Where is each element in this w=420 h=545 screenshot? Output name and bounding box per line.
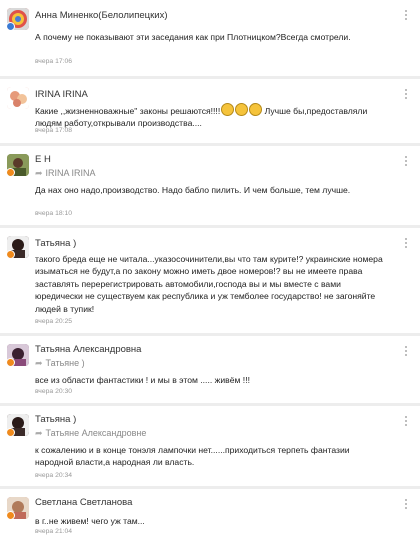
avatar[interactable] [7, 344, 29, 366]
comment-item: Татьяна ) ➦ Татьяне Александровне к сожал… [0, 406, 420, 486]
more-options-icon[interactable] [405, 499, 408, 511]
avatar[interactable] [7, 87, 29, 109]
avatar-image [7, 87, 29, 109]
comment-item: Татьяна Александровна ➦ Татьяне ) все из … [0, 336, 420, 403]
online-status-icon [7, 168, 15, 176]
comment-item: IRINA IRINA Какие ,,жизненноважные" зако… [0, 79, 420, 143]
comment-author[interactable]: IRINA IRINA [35, 89, 88, 100]
comment-time: вчера 21:04 [35, 528, 73, 535]
reply-to-name[interactable]: IRINA IRINA [46, 168, 96, 178]
avatar[interactable] [7, 154, 29, 176]
comment-text: Да нах оно надо,производство. Надо бабло… [35, 185, 351, 195]
reply-to[interactable]: ➦ Татьяне Александровне [35, 428, 146, 439]
comment-author[interactable]: Анна Миненко(Белолипецких) [35, 10, 167, 21]
more-options-icon[interactable] [405, 238, 408, 250]
comment-item: Анна Миненко(Белолипецких) А почему не п… [0, 0, 420, 76]
more-options-icon[interactable] [405, 346, 408, 358]
comment-time: вчера 18:10 [35, 210, 73, 217]
more-options-icon[interactable] [405, 416, 408, 428]
comment-text-part: Какие ,,жизненноважные" законы решаются!… [35, 106, 221, 116]
reply-to[interactable]: ➦ Татьяне ) [35, 358, 85, 369]
comment-text: А почему не показывают эти заседания как… [35, 32, 351, 42]
emoji-icon [249, 103, 263, 116]
avatar[interactable] [7, 497, 29, 519]
comment-time: вчера 17:08 [35, 127, 73, 134]
comment-time: вчера 20:34 [35, 472, 73, 479]
more-options-icon[interactable] [405, 89, 408, 101]
emoji-icon [235, 103, 249, 116]
reply-to-name[interactable]: Татьяне ) [46, 358, 85, 368]
comment-author[interactable]: Татьяна ) [35, 238, 76, 249]
comment-text: к сожалению и в конце тонэля лампочки не… [35, 445, 350, 468]
online-status-icon [7, 511, 15, 519]
online-status-icon [7, 22, 15, 30]
comment-item: Светлана Светланова в г..не живем! чего … [0, 489, 420, 545]
more-options-icon[interactable] [405, 156, 408, 168]
comment-time: вчера 20:30 [35, 388, 73, 395]
reply-to[interactable]: ➦ IRINA IRINA [35, 168, 96, 179]
online-status-icon [7, 250, 15, 258]
comment-author[interactable]: Е Н [35, 154, 51, 165]
online-status-icon [7, 358, 15, 366]
comment-author[interactable]: Татьяна Александровна [35, 344, 141, 355]
reply-arrow-icon: ➦ [35, 168, 43, 178]
avatar[interactable] [7, 236, 29, 258]
emoji-icon [221, 103, 235, 116]
online-status-icon [7, 428, 15, 436]
avatar[interactable] [7, 414, 29, 436]
reply-arrow-icon: ➦ [35, 358, 43, 368]
comment-time: вчера 17:06 [35, 58, 73, 65]
comment-author[interactable]: Светлана Светланова [35, 497, 132, 508]
reply-arrow-icon: ➦ [35, 428, 43, 438]
comment-text: такого бреда еще не читала...указосочини… [35, 254, 383, 314]
comment-item: Татьяна ) такого бреда еще не читала...у… [0, 228, 420, 333]
avatar[interactable] [7, 8, 29, 30]
comment-text: все из области фантастики ! и мы в этом … [35, 375, 250, 385]
reply-to-name[interactable]: Татьяне Александровне [46, 428, 147, 438]
comment-author[interactable]: Татьяна ) [35, 414, 76, 425]
comment-time: вчера 20:25 [35, 318, 73, 325]
comment-text: в г..не живем! чего уж там... [35, 516, 145, 526]
comment-text: Какие ,,жизненноважные" законы решаются!… [35, 103, 380, 130]
comment-item: Е Н ➦ IRINA IRINA Да нах оно надо,произво… [0, 146, 420, 225]
comments-feed: Анна Миненко(Белолипецких) А почему не п… [0, 0, 420, 545]
more-options-icon[interactable] [405, 10, 408, 22]
